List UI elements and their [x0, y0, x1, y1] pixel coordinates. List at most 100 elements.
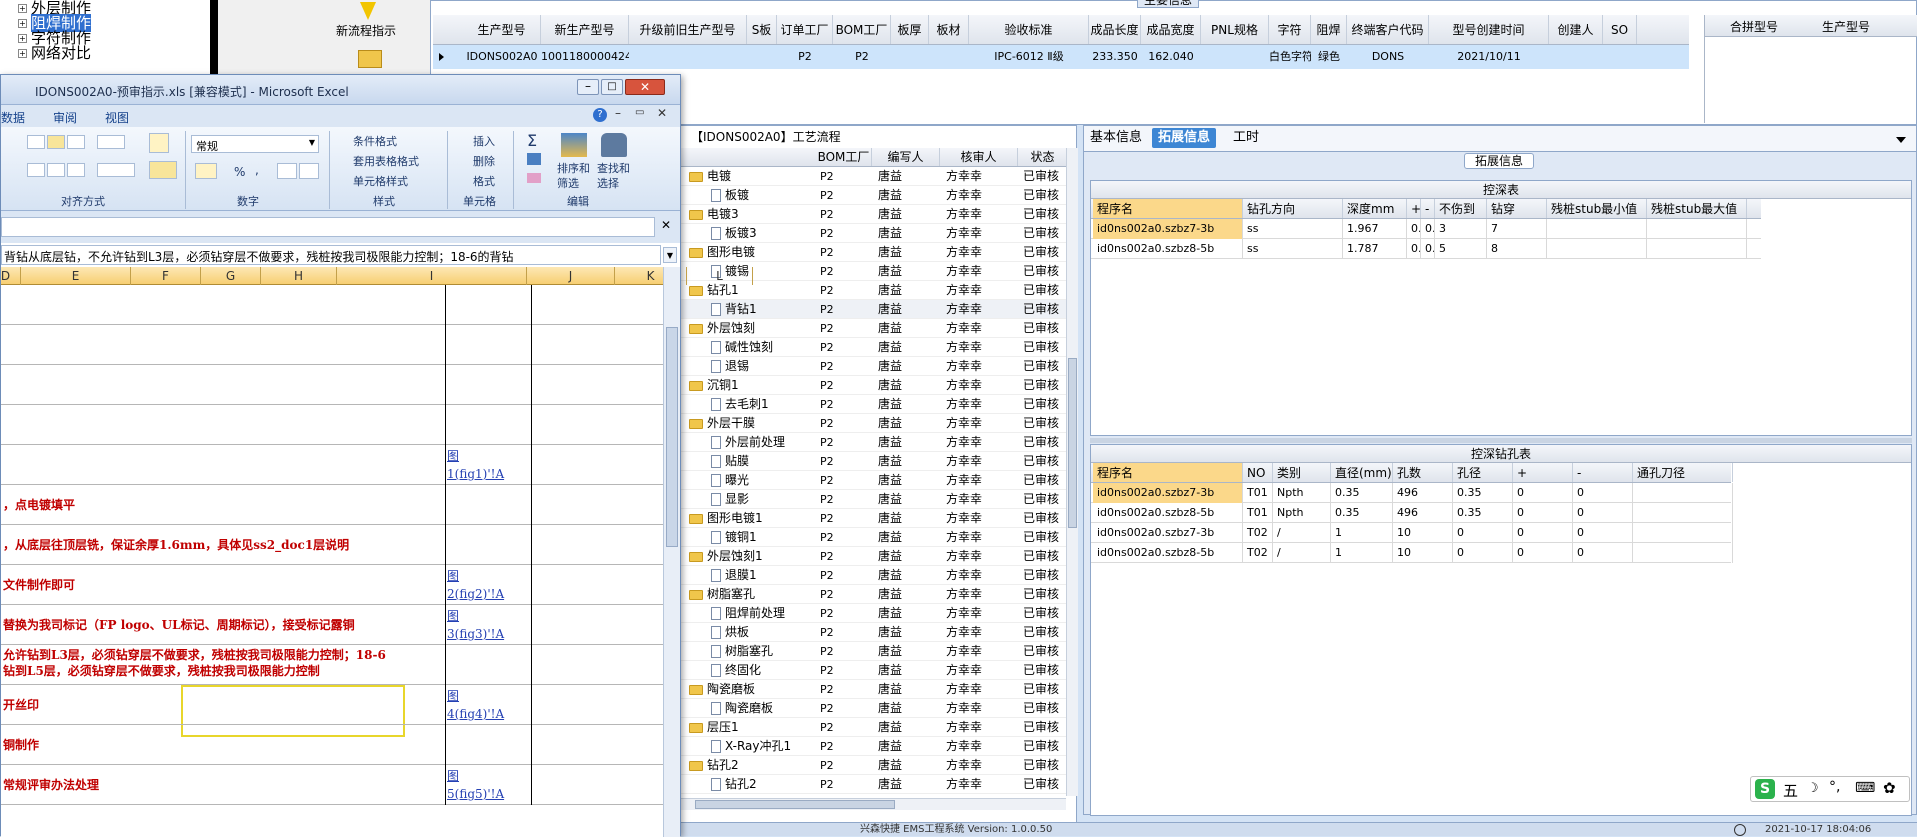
process-row[interactable]: 板镀 P2 唐益 方幸幸 已审核 [681, 186, 1067, 205]
depth_table-cell[interactable] [1647, 219, 1747, 239]
process-node[interactable]: 树脂塞孔 [689, 585, 755, 604]
expand-icon[interactable]: + [18, 19, 27, 28]
orientation-button[interactable] [97, 135, 125, 149]
column-header-cell[interactable]: I [337, 267, 527, 285]
table-format-button[interactable]: 套用表格格式 [353, 153, 419, 169]
indent-button[interactable] [97, 163, 135, 177]
process-node[interactable]: 板镀3 [711, 224, 757, 243]
hole_table-cell[interactable] [1633, 543, 1733, 563]
sheet-cell-link[interactable]: 图 3(fig3)'!A [447, 607, 504, 643]
hole_table-cell[interactable]: 1 [1331, 523, 1393, 543]
cond-format-button[interactable]: 条件格式 [353, 133, 397, 149]
process-node[interactable]: 陶瓷磨板 [689, 680, 755, 699]
main-info-cell[interactable]: P2 [833, 45, 891, 69]
process-node[interactable]: 去毛刺1 [711, 395, 769, 414]
sheet-cell-link[interactable]: 图 4(fig4)'!A [447, 687, 504, 723]
process-row[interactable]: 沉铜1 P2 唐益 方幸幸 已审核 [681, 376, 1067, 395]
hole_table-cell[interactable]: 0 [1573, 543, 1633, 563]
hole_table-cell[interactable]: 0 [1573, 483, 1633, 503]
maximize-button[interactable]: □ [601, 79, 623, 95]
process-node[interactable]: 外层干膜 [689, 414, 755, 433]
hole_table-cell[interactable]: 0 [1513, 523, 1573, 543]
left-tree-item[interactable]: + 网络对比 [18, 46, 91, 61]
depth_table-cell[interactable]: 0.1 [1421, 219, 1435, 239]
column-header-cell[interactable]: E [21, 267, 131, 285]
process-node[interactable]: 钻孔2 [689, 756, 739, 775]
process-row[interactable]: 退膜1 P2 唐益 方幸幸 已审核 [681, 566, 1067, 585]
sheet-vscroll-thumb[interactable] [666, 327, 678, 547]
hole_table-cell[interactable]: 0.35 [1453, 503, 1513, 523]
hole_table-cell[interactable]: 0 [1573, 503, 1633, 523]
punctuation-icon[interactable]: °, [1829, 779, 1840, 795]
process-row[interactable]: 背钻1 P2 唐益 方幸幸 已审核 [681, 300, 1067, 319]
column-header-cell[interactable]: H [261, 267, 337, 285]
ribbon-close-button[interactable]: ✕ [657, 106, 667, 120]
hole_table-cell[interactable]: id0ns002a0.szbz7-3b [1093, 483, 1243, 503]
depth_table-cell[interactable]: 1.967 [1343, 219, 1407, 239]
find-select-icon[interactable] [601, 133, 627, 157]
depth_table-row[interactable]: id0ns002a0.szbz8-5bss1.7870.10.158 [1091, 239, 1761, 259]
process-node[interactable]: 显影 [711, 490, 749, 509]
sheet-cell-text[interactable]: 文件制作即可 [3, 577, 75, 593]
process-row[interactable]: 外层前处理 P2 唐益 方幸幸 已审核 [681, 433, 1067, 452]
process-node[interactable]: 陶瓷磨板 [711, 699, 773, 718]
hole_table-cell[interactable]: 10 [1393, 523, 1453, 543]
hole_table-cell[interactable]: T01 [1243, 483, 1273, 503]
name-box-close-icon[interactable]: ✕ [661, 218, 671, 232]
menu-review[interactable]: 审阅 [53, 109, 77, 126]
process-node[interactable]: 烘板 [711, 623, 749, 642]
process-row[interactable]: 贴膜 P2 唐益 方幸幸 已审核 [681, 452, 1067, 471]
process-row[interactable]: 陶瓷磨板 P2 唐益 方幸幸 已审核 [681, 680, 1067, 699]
settings-icon[interactable]: ✿ [1883, 779, 1896, 797]
main-info-cell[interactable]: IDONS002A0 [463, 45, 541, 69]
process-node[interactable]: 背钻1 [711, 300, 757, 319]
find-select-button[interactable]: 查找和 选择 [597, 161, 630, 191]
main-info-cell[interactable] [629, 45, 747, 69]
hole_table-cell[interactable]: 496 [1393, 503, 1453, 523]
depth_table-cell[interactable]: 7 [1487, 219, 1547, 239]
process-row[interactable]: 烘板 P2 唐益 方幸幸 已审核 [681, 623, 1067, 642]
process-node[interactable]: 图形电镀1 [689, 509, 763, 528]
align-left-button[interactable] [27, 163, 45, 177]
depth_table-cell[interactable]: id0ns002a0.szbz8-5b [1093, 239, 1243, 259]
process-row[interactable]: 曝光 P2 唐益 方幸幸 已审核 [681, 471, 1067, 490]
process-node[interactable]: 图形电镀 [689, 243, 755, 262]
hole_table-cell[interactable]: Npth [1273, 503, 1331, 523]
hole_table-cell[interactable]: 10 [1393, 543, 1453, 563]
process-node[interactable]: 外层蚀刻 [689, 319, 755, 338]
hole_table-row[interactable]: id0ns002a0.szbz8-5b T02/1 10 0 0 0 [1091, 543, 1733, 563]
depth_table-cell[interactable] [1547, 239, 1647, 259]
process-row[interactable]: 钻孔2 P2 唐益 方幸幸 已审核 [681, 756, 1067, 775]
align-top-button[interactable] [27, 135, 45, 149]
depth_table-cell[interactable]: 0.1 [1407, 219, 1421, 239]
tab-basic-info[interactable]: 基本信息 [1084, 128, 1148, 148]
keyboard-icon[interactable]: ⌨ [1855, 780, 1875, 796]
dropdown-arrow-icon[interactable] [1896, 137, 1906, 143]
process-node[interactable]: 电镀 [689, 167, 731, 186]
main-info-data-row[interactable]: IDONS002A010011800004247P2P2IPC-6012 Ⅱ级2… [433, 45, 1689, 69]
decimal-decrease-button[interactable] [299, 163, 319, 179]
process-row[interactable]: 电镀3 P2 唐益 方幸幸 已审核 [681, 205, 1067, 224]
depth_table-cell[interactable] [1547, 219, 1647, 239]
hole_table-cell[interactable]: id0ns002a0.szbz8-5b [1093, 543, 1243, 563]
hole_table-cell[interactable]: 0 [1453, 523, 1513, 543]
process-row[interactable]: 碱性蚀刻 P2 唐益 方幸幸 已审核 [681, 338, 1067, 357]
main-info-cell[interactable]: 2021/10/11 [1429, 45, 1549, 69]
main-info-cell[interactable]: 10011800004247 [541, 45, 629, 69]
process-hscroll-thumb[interactable] [695, 800, 895, 809]
hole_table-row[interactable]: id0ns002a0.szbz7-3b T01 Npth 0.35 496 0.35 0 0 [1091, 483, 1733, 503]
hole_table-cell[interactable]: T02 [1243, 523, 1273, 543]
process-node[interactable]: 沉铜1 [689, 376, 739, 395]
merge-center-button[interactable] [149, 161, 177, 179]
percent-button[interactable]: % [234, 165, 245, 179]
main-info-cell[interactable] [891, 45, 929, 69]
process-node[interactable]: 镀铜1 [711, 528, 757, 547]
hole_table-cell[interactable]: 0 [1513, 543, 1573, 563]
process-node[interactable]: 电镀3 [689, 205, 739, 224]
align-right-button[interactable] [67, 163, 85, 177]
comma-button[interactable]: , [255, 163, 259, 177]
process-row[interactable]: 板镀3 P2 唐益 方幸幸 已审核 [681, 224, 1067, 243]
process-node[interactable]: 曝光 [711, 471, 749, 490]
sort-filter-icon[interactable] [561, 133, 587, 157]
help-icon[interactable]: ? [593, 108, 607, 122]
